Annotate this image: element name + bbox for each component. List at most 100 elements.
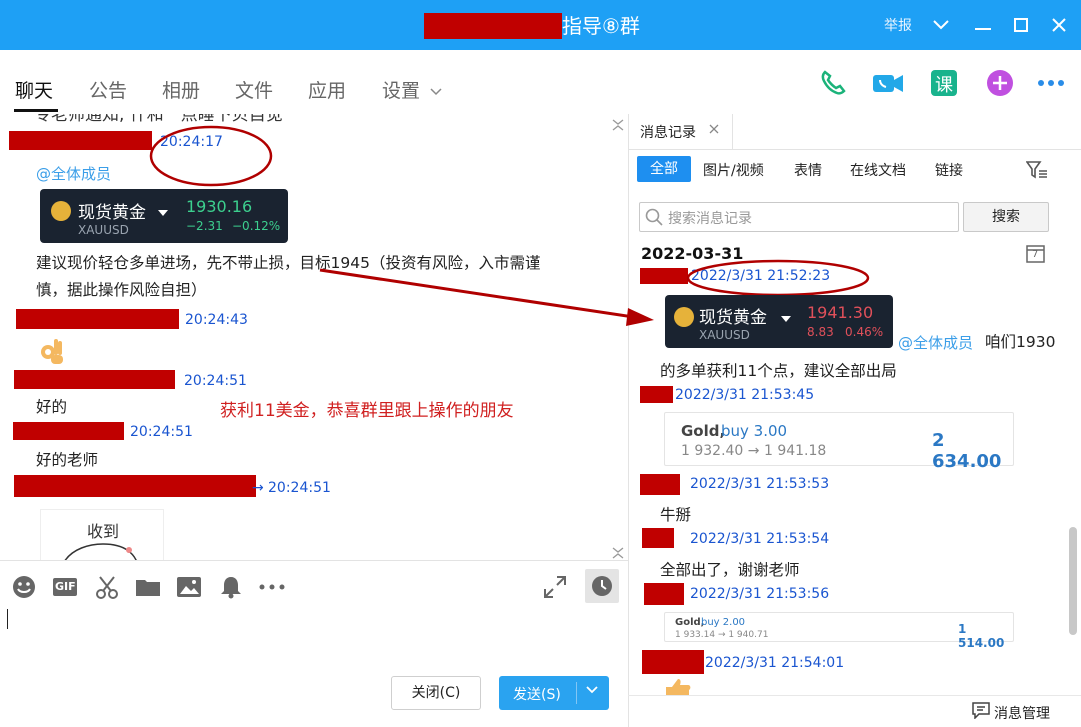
message-text: 慎，据此操作风险自担） — [36, 281, 207, 299]
sticker-image[interactable]: 收到 — [40, 509, 164, 560]
history-clock-button[interactable] — [585, 569, 619, 603]
more-options-icon[interactable] — [1036, 68, 1066, 98]
mention-all[interactable]: @全体成员 — [898, 332, 973, 353]
message-text: 好的老师 — [36, 451, 99, 469]
tab-files[interactable]: 文件 — [235, 76, 273, 103]
ok-hand-emoji — [37, 336, 67, 370]
history-tab[interactable]: 消息记录 — [640, 122, 696, 142]
filter-all[interactable]: 全部 — [637, 156, 691, 182]
gold-coin-icon — [674, 307, 694, 327]
emoji-icon[interactable] — [11, 574, 37, 600]
redacted-sender-name — [642, 650, 704, 674]
send-divider — [576, 682, 577, 704]
settings-chevron-icon[interactable] — [430, 81, 442, 100]
search-button[interactable]: 搜索 — [963, 202, 1049, 232]
course-icon-label: 课 — [935, 75, 953, 96]
caret-down-icon — [158, 203, 168, 222]
close-button[interactable]: 关闭(C) — [391, 676, 481, 710]
message-manage-icon[interactable] — [972, 702, 990, 723]
redacted-sender-name — [640, 386, 673, 403]
send-options-chevron-icon[interactable] — [586, 683, 598, 697]
search-placeholder: 搜索消息记录 — [668, 211, 752, 227]
quote-name: 现货黄金 — [699, 308, 767, 328]
collapse-icon[interactable] — [612, 116, 624, 135]
redacted-sender-name — [642, 528, 674, 548]
report-button[interactable]: 举报 — [884, 15, 912, 35]
tab-apps[interactable]: 应用 — [308, 76, 346, 103]
trade-result-card[interactable]: Gold, buy 3.00 1 932.40 → 1 941.18 2 634… — [664, 412, 1014, 472]
quote-change: 8.83 — [807, 325, 834, 339]
message-timestamp: 20:24:43 — [185, 312, 248, 328]
message-text: 好的 — [36, 398, 68, 416]
history-tab-close-icon[interactable] — [709, 123, 719, 138]
message-timestamp: 20:24:51 — [268, 480, 331, 496]
history-timestamp: 2022/3/31 21:53:56 — [690, 586, 830, 602]
gold-quote-card[interactable]: 现货黄金 XAUUSD 1941.30 8.83 0.46% — [665, 295, 893, 348]
tab-divider — [732, 114, 733, 150]
gif-icon[interactable]: GIF — [52, 574, 78, 600]
trade-prices: 1 933.14 → 1 940.71 — [675, 630, 769, 640]
red-circle-annotation — [149, 125, 273, 191]
trade-prices: 1 932.40 → 1 941.18 — [681, 443, 827, 459]
history-scrollbar[interactable] — [1069, 527, 1077, 635]
folder-icon[interactable] — [135, 574, 161, 600]
history-message-text: 咱们1930 — [985, 333, 1056, 351]
calendar-icon[interactable]: 7 — [1026, 243, 1045, 263]
quote-change: −2.31 — [186, 219, 223, 233]
fullscreen-icon[interactable] — [542, 574, 568, 600]
redacted-sender-name — [9, 131, 152, 150]
mention-all[interactable]: @全体成员 — [36, 163, 111, 184]
redacted-sender-name — [16, 309, 179, 329]
video-call-icon[interactable] — [872, 68, 903, 98]
active-tab-underline — [14, 109, 58, 112]
gold-quote-card[interactable]: 现货黄金 XAUUSD 1930.16 −2.31 −0.12% — [40, 189, 288, 243]
tab-announcement[interactable]: 公告 — [89, 76, 127, 103]
quote-code: XAUUSD — [78, 223, 129, 237]
history-message-text: 牛掰 — [660, 506, 692, 524]
quote-price: 1930.16 — [186, 197, 253, 216]
calendar-day: 7 — [1032, 249, 1039, 260]
trade-profit: 2 634.00 — [932, 430, 1002, 472]
image-icon[interactable] — [176, 574, 202, 600]
filter-stickers[interactable]: 表情 — [794, 160, 822, 180]
redacted-sender-name — [14, 475, 256, 497]
filter-images-videos[interactable]: 图片/视频 — [703, 160, 764, 180]
course-icon[interactable]: 课 — [929, 68, 959, 98]
tab-album[interactable]: 相册 — [162, 76, 200, 103]
redacted-sender-name — [644, 583, 684, 605]
filter-online-docs[interactable]: 在线文档 — [850, 160, 906, 180]
phone-icon[interactable] — [818, 68, 848, 98]
history-message-text: 全部出了，谢谢老师 — [660, 561, 800, 579]
caret-down-icon — [781, 309, 791, 328]
filter-links[interactable]: 链接 — [935, 160, 963, 180]
history-timestamp: 2022/3/31 21:53:45 — [675, 387, 815, 403]
filter-settings-icon[interactable] — [1025, 160, 1048, 184]
redacted-sender-name — [13, 422, 124, 440]
chat-message-area[interactable]: 专老师通知, 什和一点睡下贝自觉 20:24:17 @全体成员 现货黄金 XAU… — [0, 114, 628, 560]
trade-symbol: Gold, — [681, 422, 726, 440]
arrow-glyph: → — [252, 480, 264, 496]
trade-side: buy 3.00 — [721, 422, 788, 440]
maximize-button[interactable] — [1006, 10, 1036, 40]
more-tools-icon[interactable] — [258, 574, 285, 600]
trade-result-card[interactable]: Gold, buy 2.00 1 933.14 → 1 940.71 1 514… — [664, 612, 1014, 650]
send-button-label: 发送(S) — [513, 687, 561, 703]
clock-icon — [592, 576, 612, 596]
history-message-text: 的多单获利11个点，建议全部出局 — [660, 362, 897, 380]
history-timestamp: 2022/3/31 21:53:53 — [690, 476, 830, 492]
message-timestamp: 20:24:51 — [184, 373, 247, 389]
history-timestamp: 2022/3/31 21:53:54 — [690, 531, 830, 547]
message-manage-button[interactable]: 消息管理 — [994, 703, 1050, 723]
red-annotation-text: 获利11美金，恭喜群里跟上操作的朋友 — [220, 401, 514, 421]
tab-chat[interactable]: 聊天 — [15, 76, 53, 103]
bell-icon[interactable] — [218, 574, 244, 600]
minimize-button[interactable] — [968, 10, 998, 40]
scissors-icon[interactable] — [94, 574, 120, 600]
redacted-sender-name — [14, 370, 175, 389]
close-window-button[interactable] — [1044, 10, 1074, 40]
gif-label: GIF — [55, 580, 76, 593]
tab-settings[interactable]: 设置 — [382, 76, 420, 103]
dropdown-chevron-icon[interactable] — [926, 10, 956, 40]
quote-name: 现货黄金 — [78, 203, 146, 223]
add-app-icon[interactable] — [985, 68, 1015, 98]
